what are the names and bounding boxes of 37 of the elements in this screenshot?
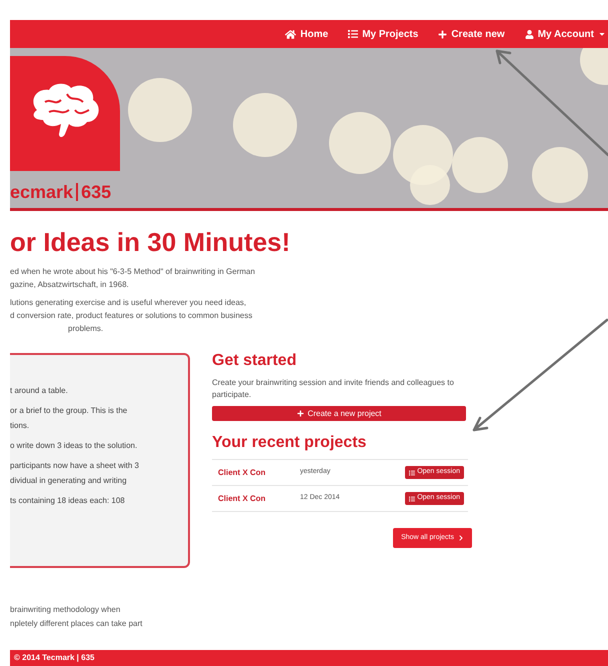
create-project-button[interactable]: Create a new project — [212, 406, 466, 421]
step-text: t around a table. — [10, 385, 69, 397]
step-text: participants now have a sheet with 3 dividual in generating and writing — [10, 460, 140, 487]
nav-link[interactable]: My Account — [524, 26, 606, 42]
section-heading: Get started — [212, 353, 298, 369]
logo-wordmark: ecmark — [10, 183, 74, 201]
project-name[interactable]: Client X Con — [218, 466, 300, 478]
step-text: o write down 3 ideas to the solution. — [10, 440, 138, 452]
intro-paragraph: lutions generating exercise and is useful wherever you need ideas, d conversion rate, product features or solutions to common business problems. — [10, 297, 254, 335]
home-icon — [285, 28, 296, 40]
bokeh-light — [128, 78, 192, 142]
list-icon — [409, 470, 416, 476]
page-headline: or Ideas in 30 Minutes! — [10, 229, 292, 255]
plus-icon — [438, 30, 448, 38]
bottom-paragraph: brainwriting methodology when npletely different places can take part — [10, 604, 144, 630]
chevron-right-icon — [458, 535, 464, 541]
bokeh-light — [532, 147, 588, 203]
get-started-text: Create your brainwriting session and invite friends and colleagues to participate. — [212, 377, 455, 401]
step-text: ts containing 18 ideas each: 108 — [10, 495, 126, 507]
project-name[interactable]: Client X Con — [218, 492, 300, 504]
bokeh-light — [329, 112, 391, 174]
plus-icon — [296, 410, 304, 417]
bokeh-light — [580, 48, 608, 85]
section-heading: Your recent projects — [212, 435, 368, 451]
footer-copyright: © 2014 Tecmark | 635 — [14, 652, 94, 664]
nav-link[interactable]: Home — [285, 26, 328, 42]
list-icon — [409, 496, 416, 502]
intro-paragraph: ed when he wrote about his "6-3-5 Method" of brainwriting in German gazine, Absatzwirtschaft, in 1968. — [10, 266, 256, 291]
caret-icon — [598, 30, 606, 38]
user-icon — [524, 30, 534, 38]
list-icon — [348, 29, 358, 39]
logo-number: 635 — [81, 183, 112, 201]
nav-link[interactable]: Create new — [438, 26, 505, 42]
step-text: or a brief to the group. This is the tions. — [10, 405, 128, 432]
nav-link[interactable]: My Projects — [348, 26, 418, 42]
bokeh-light — [452, 137, 508, 193]
bokeh-light — [233, 93, 297, 157]
